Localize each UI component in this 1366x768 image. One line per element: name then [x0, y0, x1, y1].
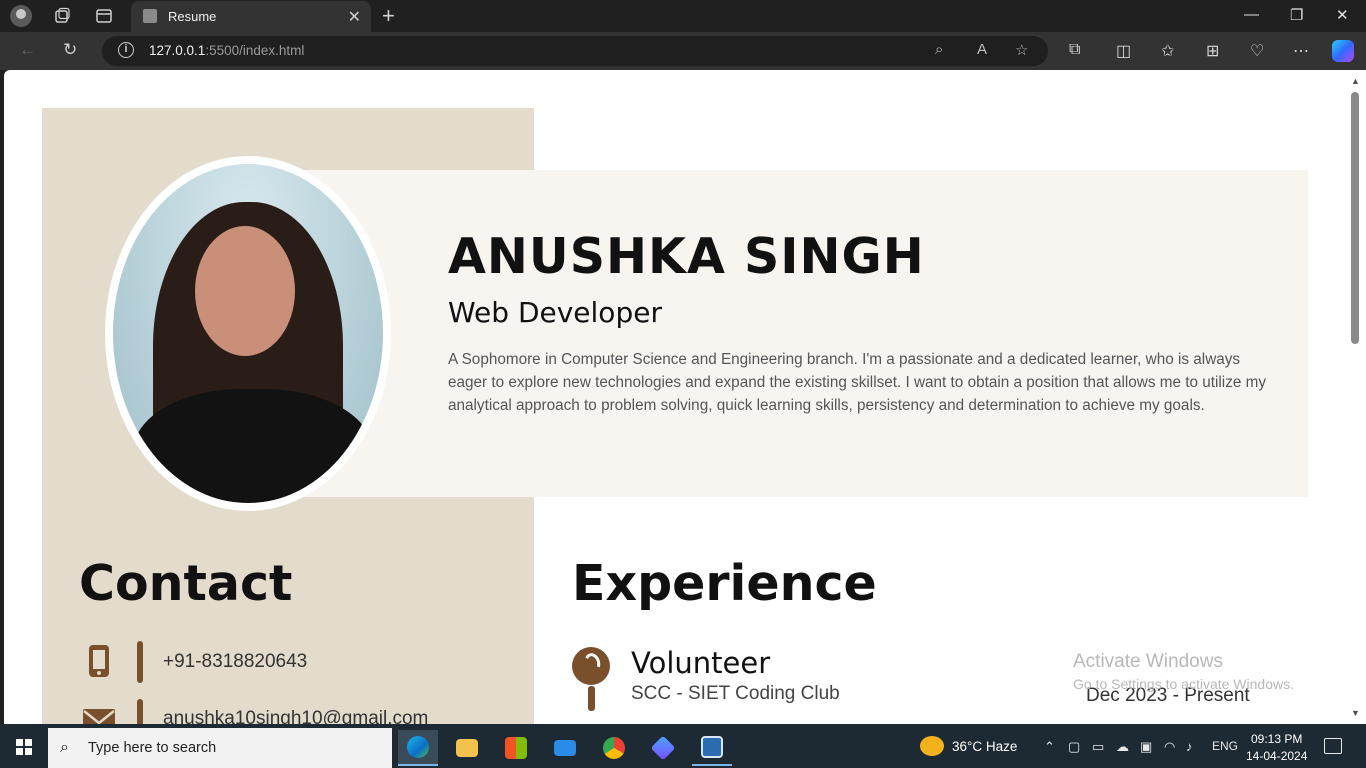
profile-avatar-icon[interactable]: [9, 5, 33, 27]
meet-now-icon[interactable]: ▢: [1068, 739, 1080, 755]
tab-resume[interactable]: Resume ✕: [131, 1, 371, 32]
scrollbar-thumb[interactable]: [1351, 92, 1359, 344]
minimize-icon[interactable]: —: [1244, 6, 1259, 23]
zoom-icon[interactable]: ⌕: [935, 41, 943, 58]
windows-taskbar: ⌕ Type here to search 36°C Haze ⌃ ▢ ▭ ☁ …: [0, 724, 1366, 768]
timeline-dot-icon: [572, 647, 610, 685]
collections-icon[interactable]: ⊞: [1206, 41, 1219, 61]
taskbar-vscode-icon[interactable]: [643, 730, 683, 766]
email-icon: [83, 709, 115, 724]
tab-actions-icon[interactable]: [92, 5, 116, 27]
contact-divider: [137, 699, 143, 724]
wifi-icon[interactable]: ◠: [1164, 739, 1175, 755]
phone-icon: [89, 645, 109, 677]
split-screen-icon[interactable]: ◫: [1116, 41, 1131, 61]
taskbar-app-window-icon[interactable]: [692, 730, 732, 766]
contact-email[interactable]: anushka10singh10@gmail.com: [163, 708, 428, 724]
tab-favicon-icon: [143, 9, 157, 23]
profile-summary: A Sophomore in Computer Science and Engi…: [448, 351, 1267, 414]
search-icon: ⌕: [60, 739, 69, 756]
security-icon[interactable]: ▣: [1140, 739, 1152, 755]
browser-essentials-icon[interactable]: ♡: [1250, 41, 1264, 61]
new-tab-icon[interactable]: +: [382, 3, 395, 29]
taskbar-store-icon[interactable]: [496, 730, 536, 766]
search-placeholder: Type here to search: [88, 740, 217, 756]
page-viewport: ANUSHKA SINGH Web Developer A Sophomore …: [4, 70, 1348, 724]
close-window-icon[interactable]: ✕: [1336, 6, 1349, 24]
extensions-icon[interactable]: ⧉: [1069, 41, 1080, 59]
profile-name: ANUSHKA SINGH: [448, 228, 925, 285]
contact-divider: [137, 641, 143, 683]
taskbar-edge-icon[interactable]: [398, 730, 438, 766]
scroll-down-icon[interactable]: ▼: [1351, 708, 1360, 718]
onedrive-icon[interactable]: ☁: [1116, 739, 1129, 755]
favorites-icon[interactable]: ✩: [1161, 41, 1174, 61]
refresh-icon[interactable]: ↻: [63, 40, 77, 60]
browser-toolbar: ← ↻ i 127.0.0.1:5500/index.html ⌕ A ☆ ⧉ …: [0, 32, 1366, 70]
favorite-star-icon[interactable]: ☆: [1015, 41, 1028, 59]
taskbar-search-box[interactable]: ⌕ Type here to search: [48, 728, 392, 768]
url-text[interactable]: 127.0.0.1:5500/index.html: [149, 43, 304, 58]
weather-haze-icon[interactable]: [920, 736, 944, 756]
contact-phone[interactable]: +91-8318820643: [163, 651, 307, 673]
taskbar-chrome-icon[interactable]: [594, 730, 634, 766]
taskbar-mail-icon[interactable]: [545, 730, 585, 766]
timeline-line: [588, 686, 595, 711]
notification-center-icon[interactable]: [1324, 738, 1342, 754]
experience-org: SCC - SIET Coding Club: [631, 683, 840, 704]
copilot-icon[interactable]: [1332, 40, 1354, 62]
activate-windows-watermark: Activate Windows Go to Settings to activ…: [1073, 651, 1294, 692]
taskbar-clock[interactable]: 09:13 PM 14-04-2024: [1246, 731, 1307, 765]
workspaces-icon[interactable]: [50, 5, 74, 27]
address-bar[interactable]: i 127.0.0.1:5500/index.html ⌕ A ☆: [102, 36, 1048, 66]
read-aloud-icon[interactable]: A: [977, 41, 987, 58]
hero-band: [304, 170, 1308, 497]
back-icon[interactable]: ←: [19, 40, 36, 60]
page-scrollbar[interactable]: ▲ ▼: [1348, 70, 1366, 724]
site-info-icon[interactable]: i: [118, 42, 134, 58]
close-tab-icon[interactable]: ✕: [348, 7, 361, 27]
volume-icon[interactable]: ♪: [1186, 739, 1193, 754]
experience-heading: Experience: [572, 555, 877, 612]
restore-icon[interactable]: ❐: [1290, 6, 1303, 24]
contact-heading: Contact: [79, 555, 293, 612]
scroll-up-icon[interactable]: ▲: [1351, 76, 1360, 86]
taskbar-file-explorer-icon[interactable]: [447, 730, 487, 766]
language-indicator[interactable]: ENG: [1212, 739, 1238, 753]
experience-title: Volunteer: [631, 646, 771, 680]
weather-text[interactable]: 36°C Haze: [952, 739, 1017, 754]
profile-role: Web Developer: [448, 296, 662, 329]
more-menu-icon[interactable]: ⋯: [1293, 41, 1309, 61]
start-windows-icon[interactable]: [16, 739, 32, 755]
battery-icon[interactable]: ▭: [1092, 739, 1104, 755]
profile-photo: [105, 156, 391, 511]
show-hidden-icons-icon[interactable]: ⌃: [1044, 739, 1055, 755]
tab-title: Resume: [168, 9, 217, 24]
browser-title-bar: Resume ✕ + — ❐ ✕: [0, 0, 1366, 32]
